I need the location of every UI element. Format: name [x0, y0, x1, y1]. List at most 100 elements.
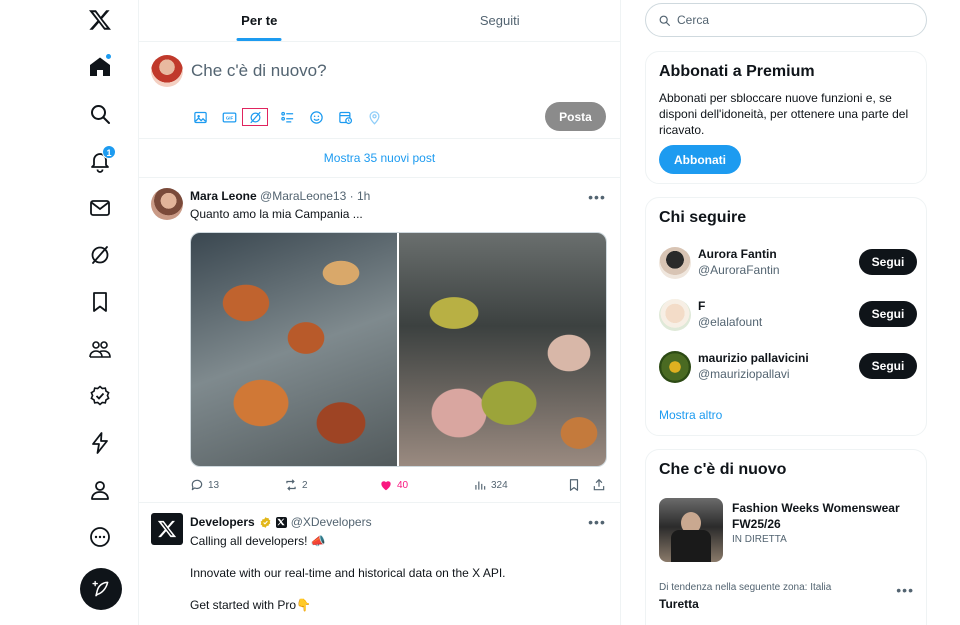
show-more-link[interactable]: Mostra altro — [659, 408, 722, 422]
media-icon[interactable] — [189, 106, 211, 128]
more-icon[interactable] — [78, 515, 122, 559]
follow-button[interactable]: Segui — [859, 353, 917, 379]
search-icon — [659, 15, 670, 26]
premium-description: Abbonati per sbloccare nuove funzioni e,… — [659, 91, 909, 137]
like-button[interactable]: 40 — [379, 478, 408, 492]
food-photo-2[interactable] — [398, 233, 606, 466]
follow-suggestion[interactable]: maurizio pallavicini @mauriziopallavi Se… — [659, 351, 917, 387]
tab-for-you[interactable]: Per te — [139, 0, 380, 41]
who-to-follow-title: Chi seguire — [659, 209, 747, 226]
tweet-author-name[interactable]: Mara Leone — [190, 189, 257, 203]
premium-icon[interactable] — [78, 374, 122, 418]
left-navigation: 1 — [0, 0, 138, 625]
x-logo-icon — [157, 520, 177, 538]
tweet-avatar[interactable] — [151, 188, 183, 220]
share-button[interactable] — [592, 478, 606, 492]
home-icon[interactable] — [78, 45, 122, 89]
search-icon[interactable] — [78, 92, 122, 136]
compose-post-button[interactable] — [80, 568, 122, 610]
reply-count: 13 — [208, 479, 220, 491]
profile-icon[interactable] — [78, 468, 122, 512]
tweet-author-handle[interactable]: @MaraLeone13 — [260, 189, 346, 203]
trend-context: Di tendenza nella seguente zona: Italia — [659, 582, 832, 593]
grok-tool-icon[interactable] — [242, 108, 268, 126]
x-affiliate-icon — [275, 516, 287, 528]
post-composer: Che c'è di nuovo? GIF Posta — [139, 42, 620, 139]
follow-suggestion[interactable]: Aurora Fantin @AuroraFantin Segui — [659, 247, 917, 283]
user-name[interactable]: Aurora Fantin — [698, 247, 777, 261]
reply-button[interactable]: 13 — [190, 478, 219, 492]
views-chart-icon — [475, 481, 486, 490]
home-notification-dot — [105, 53, 112, 60]
user-handle: @mauriziopallavi — [698, 367, 790, 381]
more-options-icon[interactable]: ••• — [588, 514, 606, 530]
timeline: Per te Seguiti Che c'è di nuovo? GIF Pos… — [138, 0, 621, 625]
search-input[interactable] — [677, 13, 897, 27]
subscribe-button[interactable]: Abbonati — [659, 145, 741, 174]
tweet-media[interactable] — [190, 232, 607, 467]
notifications-badge: 1 — [102, 145, 116, 159]
news-live-label: IN DIRETTA — [732, 534, 787, 545]
user-avatar[interactable] — [659, 247, 691, 279]
gif-icon[interactable]: GIF — [218, 106, 240, 128]
bookmark-button[interactable] — [567, 478, 581, 492]
repost-count: 2 — [302, 479, 308, 491]
grok-icon[interactable] — [78, 233, 122, 277]
verified-orgs-icon[interactable] — [78, 421, 122, 465]
repost-icon — [286, 479, 296, 491]
repost-button[interactable]: 2 — [284, 478, 308, 492]
bookmarks-icon[interactable] — [78, 280, 122, 324]
user-name[interactable]: F — [698, 299, 705, 313]
search-box[interactable] — [645, 3, 927, 37]
follow-button[interactable]: Segui — [859, 249, 917, 275]
user-avatar[interactable] — [659, 299, 691, 331]
trend-name[interactable]: Turetta — [659, 597, 699, 611]
more-options-icon[interactable]: ••• — [896, 582, 914, 598]
follow-button[interactable]: Segui — [859, 301, 917, 327]
messages-icon[interactable] — [78, 186, 122, 230]
food-photo-1[interactable] — [191, 233, 397, 466]
news-headline[interactable]: Fashion Weeks Womenswear FW25/26 — [732, 500, 922, 532]
communities-icon[interactable] — [78, 327, 122, 371]
right-sidebar: Abbonati a Premium Abbonati per sbloccar… — [645, 0, 927, 625]
views-count: 324 — [491, 479, 508, 491]
reply-icon — [191, 479, 203, 491]
show-new-posts-link[interactable]: Mostra 35 nuovi post — [139, 138, 620, 178]
who-to-follow-card: Chi seguire Aurora Fantin @AuroraFantin … — [645, 197, 927, 436]
more-options-icon[interactable]: ••• — [588, 189, 606, 205]
follow-suggestion[interactable]: F @elalafount Segui — [659, 299, 917, 335]
poll-icon[interactable] — [276, 106, 298, 128]
whats-happening-card: Che c'è di nuovo Fashion Weeks Womenswea… — [645, 449, 927, 625]
svg-text:GIF: GIF — [225, 115, 233, 120]
bookmark-icon — [569, 479, 579, 491]
tweet-author-handle[interactable]: @XDevelopers — [291, 515, 372, 529]
views-button[interactable]: 324 — [473, 478, 508, 492]
share-icon — [593, 478, 605, 491]
premium-title: Abbonati a Premium — [659, 63, 815, 80]
tweet-avatar[interactable] — [151, 513, 183, 545]
composer-input[interactable]: Che c'è di nuovo? — [191, 61, 327, 81]
user-name[interactable]: maurizio pallavicini — [698, 351, 809, 365]
tweet-time[interactable]: · 1h — [350, 189, 371, 203]
news-thumbnail[interactable] — [659, 498, 723, 562]
tweet-text-line: Calling all developers! 📣 — [190, 534, 326, 548]
schedule-icon[interactable] — [334, 106, 356, 128]
composer-avatar — [151, 55, 183, 87]
notifications-icon[interactable]: 1 — [78, 139, 122, 183]
tweet-text-line: Get started with Pro👇 — [190, 598, 311, 612]
tab-following[interactable]: Seguiti — [380, 0, 621, 41]
tweet-text-line: Innovate with our real-time and historic… — [190, 566, 506, 580]
emoji-icon[interactable] — [305, 106, 327, 128]
location-icon[interactable] — [363, 106, 385, 128]
whats-happening-title: Che c'è di nuovo — [659, 461, 787, 478]
gold-verified-icon — [260, 516, 271, 528]
tweet[interactable]: Developers @XDevelopers ••• Calling all … — [139, 503, 620, 625]
post-button[interactable]: Posta — [545, 102, 606, 131]
tweet-author-name[interactable]: Developers — [190, 515, 255, 529]
tweet[interactable]: Mara Leone @MaraLeone13 · 1h ••• Quanto … — [139, 178, 620, 503]
user-avatar[interactable] — [659, 351, 691, 383]
x-logo-icon[interactable] — [78, 0, 122, 42]
feather-plus-icon — [92, 580, 109, 597]
like-count: 40 — [397, 479, 409, 491]
premium-card: Abbonati a Premium Abbonati per sbloccar… — [645, 51, 927, 184]
